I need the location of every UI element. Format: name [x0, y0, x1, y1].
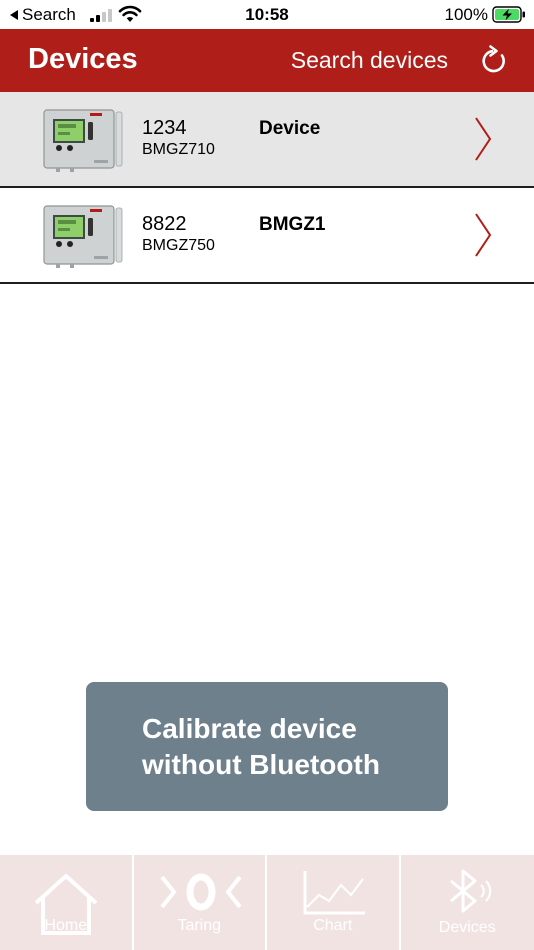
- battery-charging-icon: [492, 6, 525, 23]
- device-model: BMGZ710: [142, 141, 215, 158]
- chevron-right-icon: [475, 213, 492, 257]
- device-thumbnail-icon: [43, 205, 123, 268]
- page-title: Devices: [28, 43, 138, 75]
- device-row[interactable]: 1234 BMGZ710 Device: [0, 92, 534, 188]
- tab-devices[interactable]: Devices: [401, 855, 534, 950]
- device-id: 1234: [142, 117, 187, 139]
- device-id: 8822: [142, 213, 187, 235]
- tab-taring[interactable]: Taring: [134, 855, 267, 950]
- calibrate-without-bluetooth-button[interactable]: Calibrate device without Bluetooth: [86, 682, 448, 811]
- device-model: BMGZ750: [142, 237, 215, 254]
- calibrate-label-line2: without Bluetooth: [142, 749, 380, 780]
- taring-icon: [159, 873, 242, 911]
- status-bar: Search 10:58 100%: [0, 0, 534, 29]
- screen: Search 10:58 100% Devices Search devices: [0, 0, 534, 950]
- device-name: BMGZ1: [259, 214, 326, 235]
- search-devices-button[interactable]: Search devices: [291, 47, 448, 74]
- device-list: 1234 BMGZ710 Device 8822 BMGZ750 BMGZ1: [0, 92, 534, 284]
- device-name: Device: [259, 118, 321, 139]
- chevron-right-icon: [475, 117, 492, 161]
- device-thumbnail-icon: [43, 109, 123, 172]
- tab-devices-label: Devices: [438, 919, 496, 936]
- tab-home[interactable]: Home: [0, 855, 134, 950]
- chart-icon: [303, 871, 365, 915]
- device-row[interactable]: 8822 BMGZ750 BMGZ1: [0, 188, 534, 284]
- tab-home-label: Home: [44, 917, 88, 934]
- tab-bar: Home Taring Chart Devices: [0, 855, 534, 950]
- tab-chart[interactable]: Chart: [267, 855, 401, 950]
- home-icon: [34, 874, 98, 935]
- refresh-icon[interactable]: [478, 45, 510, 77]
- tab-taring-label: Taring: [177, 917, 222, 934]
- battery-percent: 100%: [444, 5, 488, 24]
- app-header: Devices Search devices: [0, 29, 534, 92]
- tab-chart-label: Chart: [313, 917, 353, 934]
- calibrate-label-line1: Calibrate device: [142, 713, 357, 744]
